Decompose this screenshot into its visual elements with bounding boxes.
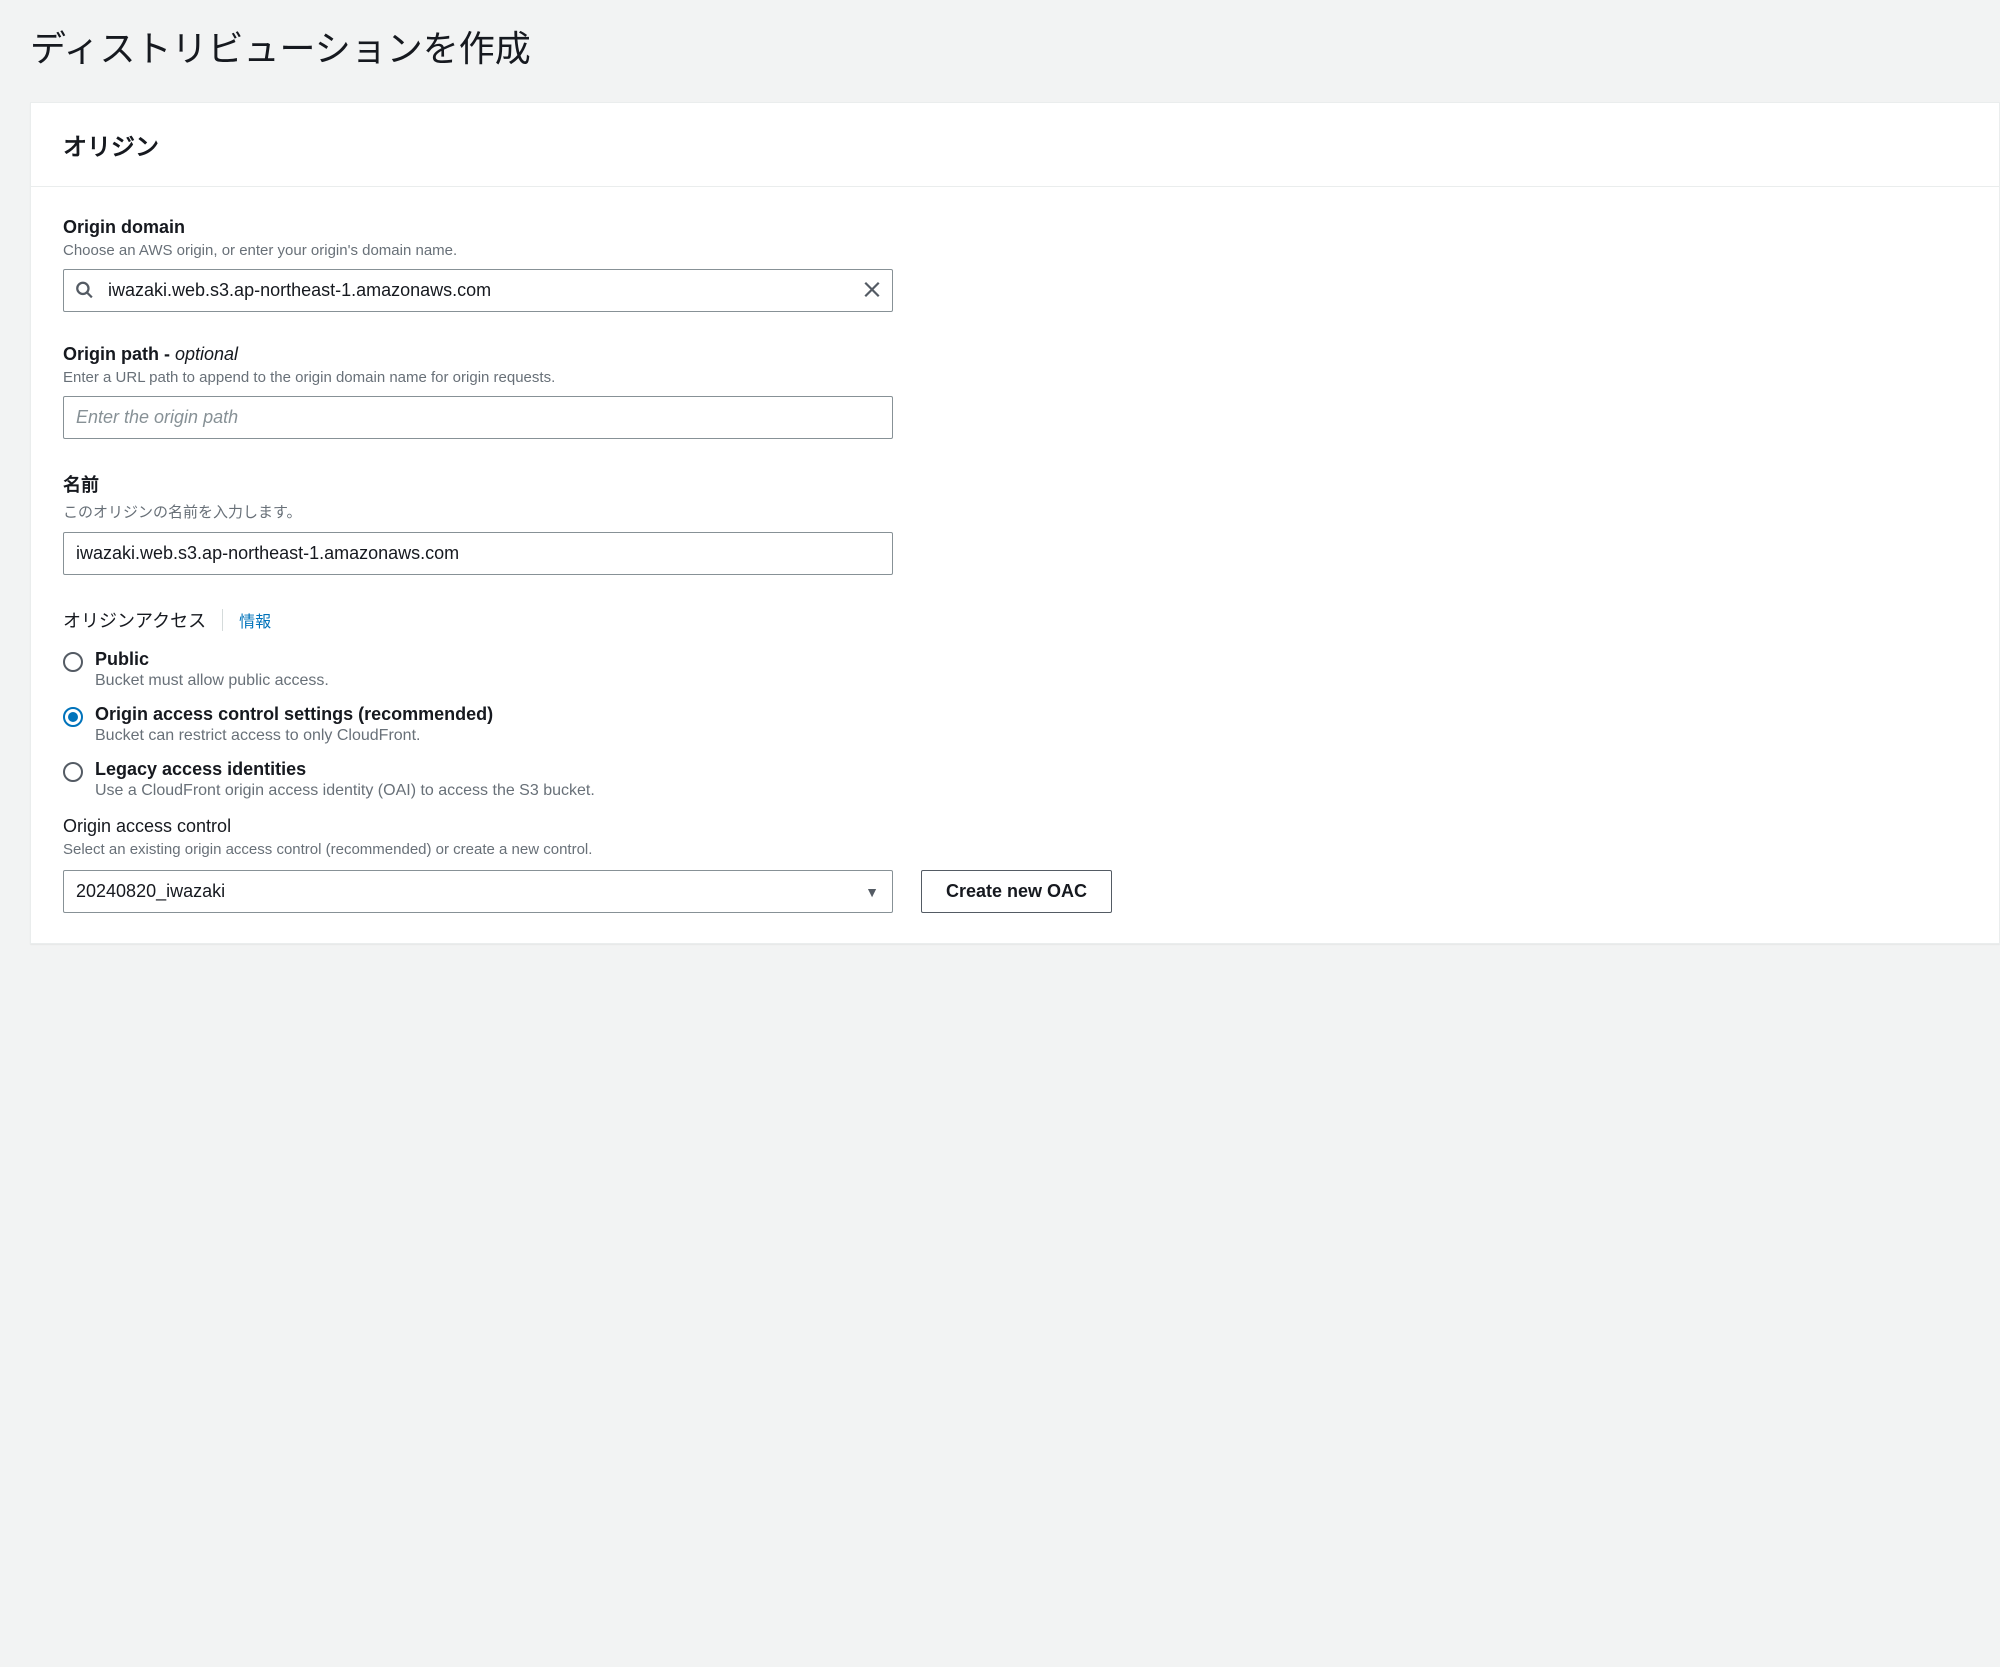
- radio-content: Public Bucket must allow public access.: [95, 649, 1967, 690]
- origin-access-group: オリジンアクセス 情報 Public Bucket must allow pub…: [63, 607, 1967, 913]
- radio-option-public[interactable]: Public Bucket must allow public access.: [63, 649, 1967, 690]
- origin-access-title: オリジンアクセス: [63, 607, 206, 633]
- origin-access-radio-group: Public Bucket must allow public access. …: [63, 649, 1967, 800]
- clear-icon[interactable]: [863, 280, 881, 301]
- origin-path-label: Origin path - optional: [63, 344, 1967, 365]
- radio-option-oac[interactable]: Origin access control settings (recommen…: [63, 704, 1967, 745]
- name-group: 名前 このオリジンの名前を入力します。: [63, 471, 1967, 575]
- info-link[interactable]: 情報: [239, 608, 271, 632]
- name-hint: このオリジンの名前を入力します。: [63, 501, 1967, 522]
- name-input[interactable]: [63, 532, 893, 575]
- origin-path-group: Origin path - optional Enter a URL path …: [63, 344, 1967, 439]
- radio-label-public: Public: [95, 649, 1967, 670]
- oac-select[interactable]: 20240820_iwazaki: [63, 870, 893, 913]
- radio-desc-public: Bucket must allow public access.: [95, 672, 1967, 690]
- create-new-oac-button[interactable]: Create new OAC: [921, 870, 1112, 913]
- origin-path-hint: Enter a URL path to append to the origin…: [63, 369, 1967, 386]
- radio-desc-legacy: Use a CloudFront origin access identity …: [95, 782, 1967, 800]
- radio-content: Legacy access identities Use a CloudFron…: [95, 759, 1967, 800]
- panel-header: オリジン: [31, 103, 1999, 187]
- origin-domain-hint: Choose an AWS origin, or enter your orig…: [63, 242, 1967, 259]
- origin-access-title-row: オリジンアクセス 情報: [63, 607, 1967, 633]
- origin-panel: オリジン Origin domain Choose an AWS origin,…: [30, 102, 2000, 944]
- panel-header-text: オリジン: [63, 127, 1967, 162]
- origin-domain-input[interactable]: [63, 269, 893, 312]
- oac-select-wrapper: 20240820_iwazaki ▼: [63, 870, 893, 913]
- origin-path-input[interactable]: [63, 396, 893, 439]
- oac-hint: Select an existing origin access control…: [63, 841, 1967, 858]
- radio-label-oac: Origin access control settings (recommen…: [95, 704, 1967, 725]
- radio-content: Origin access control settings (recommen…: [95, 704, 1967, 745]
- radio-circle: [63, 652, 83, 672]
- page-title: ディストリビューションを作成: [0, 0, 2000, 102]
- origin-domain-label: Origin domain: [63, 217, 1967, 238]
- origin-domain-group: Origin domain Choose an AWS origin, or e…: [63, 217, 1967, 312]
- origin-domain-input-wrapper: [63, 269, 893, 312]
- radio-desc-oac: Bucket can restrict access to only Cloud…: [95, 727, 1967, 745]
- radio-label-legacy: Legacy access identities: [95, 759, 1967, 780]
- radio-circle: [63, 707, 83, 727]
- oac-row: 20240820_iwazaki ▼ Create new OAC: [63, 870, 1967, 913]
- oac-label: Origin access control: [63, 816, 1967, 837]
- divider: [222, 609, 223, 631]
- radio-circle: [63, 762, 83, 782]
- name-label: 名前: [63, 471, 1967, 497]
- origin-path-label-text: Origin path -: [63, 344, 175, 364]
- origin-path-optional: optional: [175, 344, 238, 364]
- panel-body: Origin domain Choose an AWS origin, or e…: [31, 187, 1999, 943]
- oac-subgroup: Origin access control Select an existing…: [63, 816, 1967, 858]
- radio-option-legacy[interactable]: Legacy access identities Use a CloudFron…: [63, 759, 1967, 800]
